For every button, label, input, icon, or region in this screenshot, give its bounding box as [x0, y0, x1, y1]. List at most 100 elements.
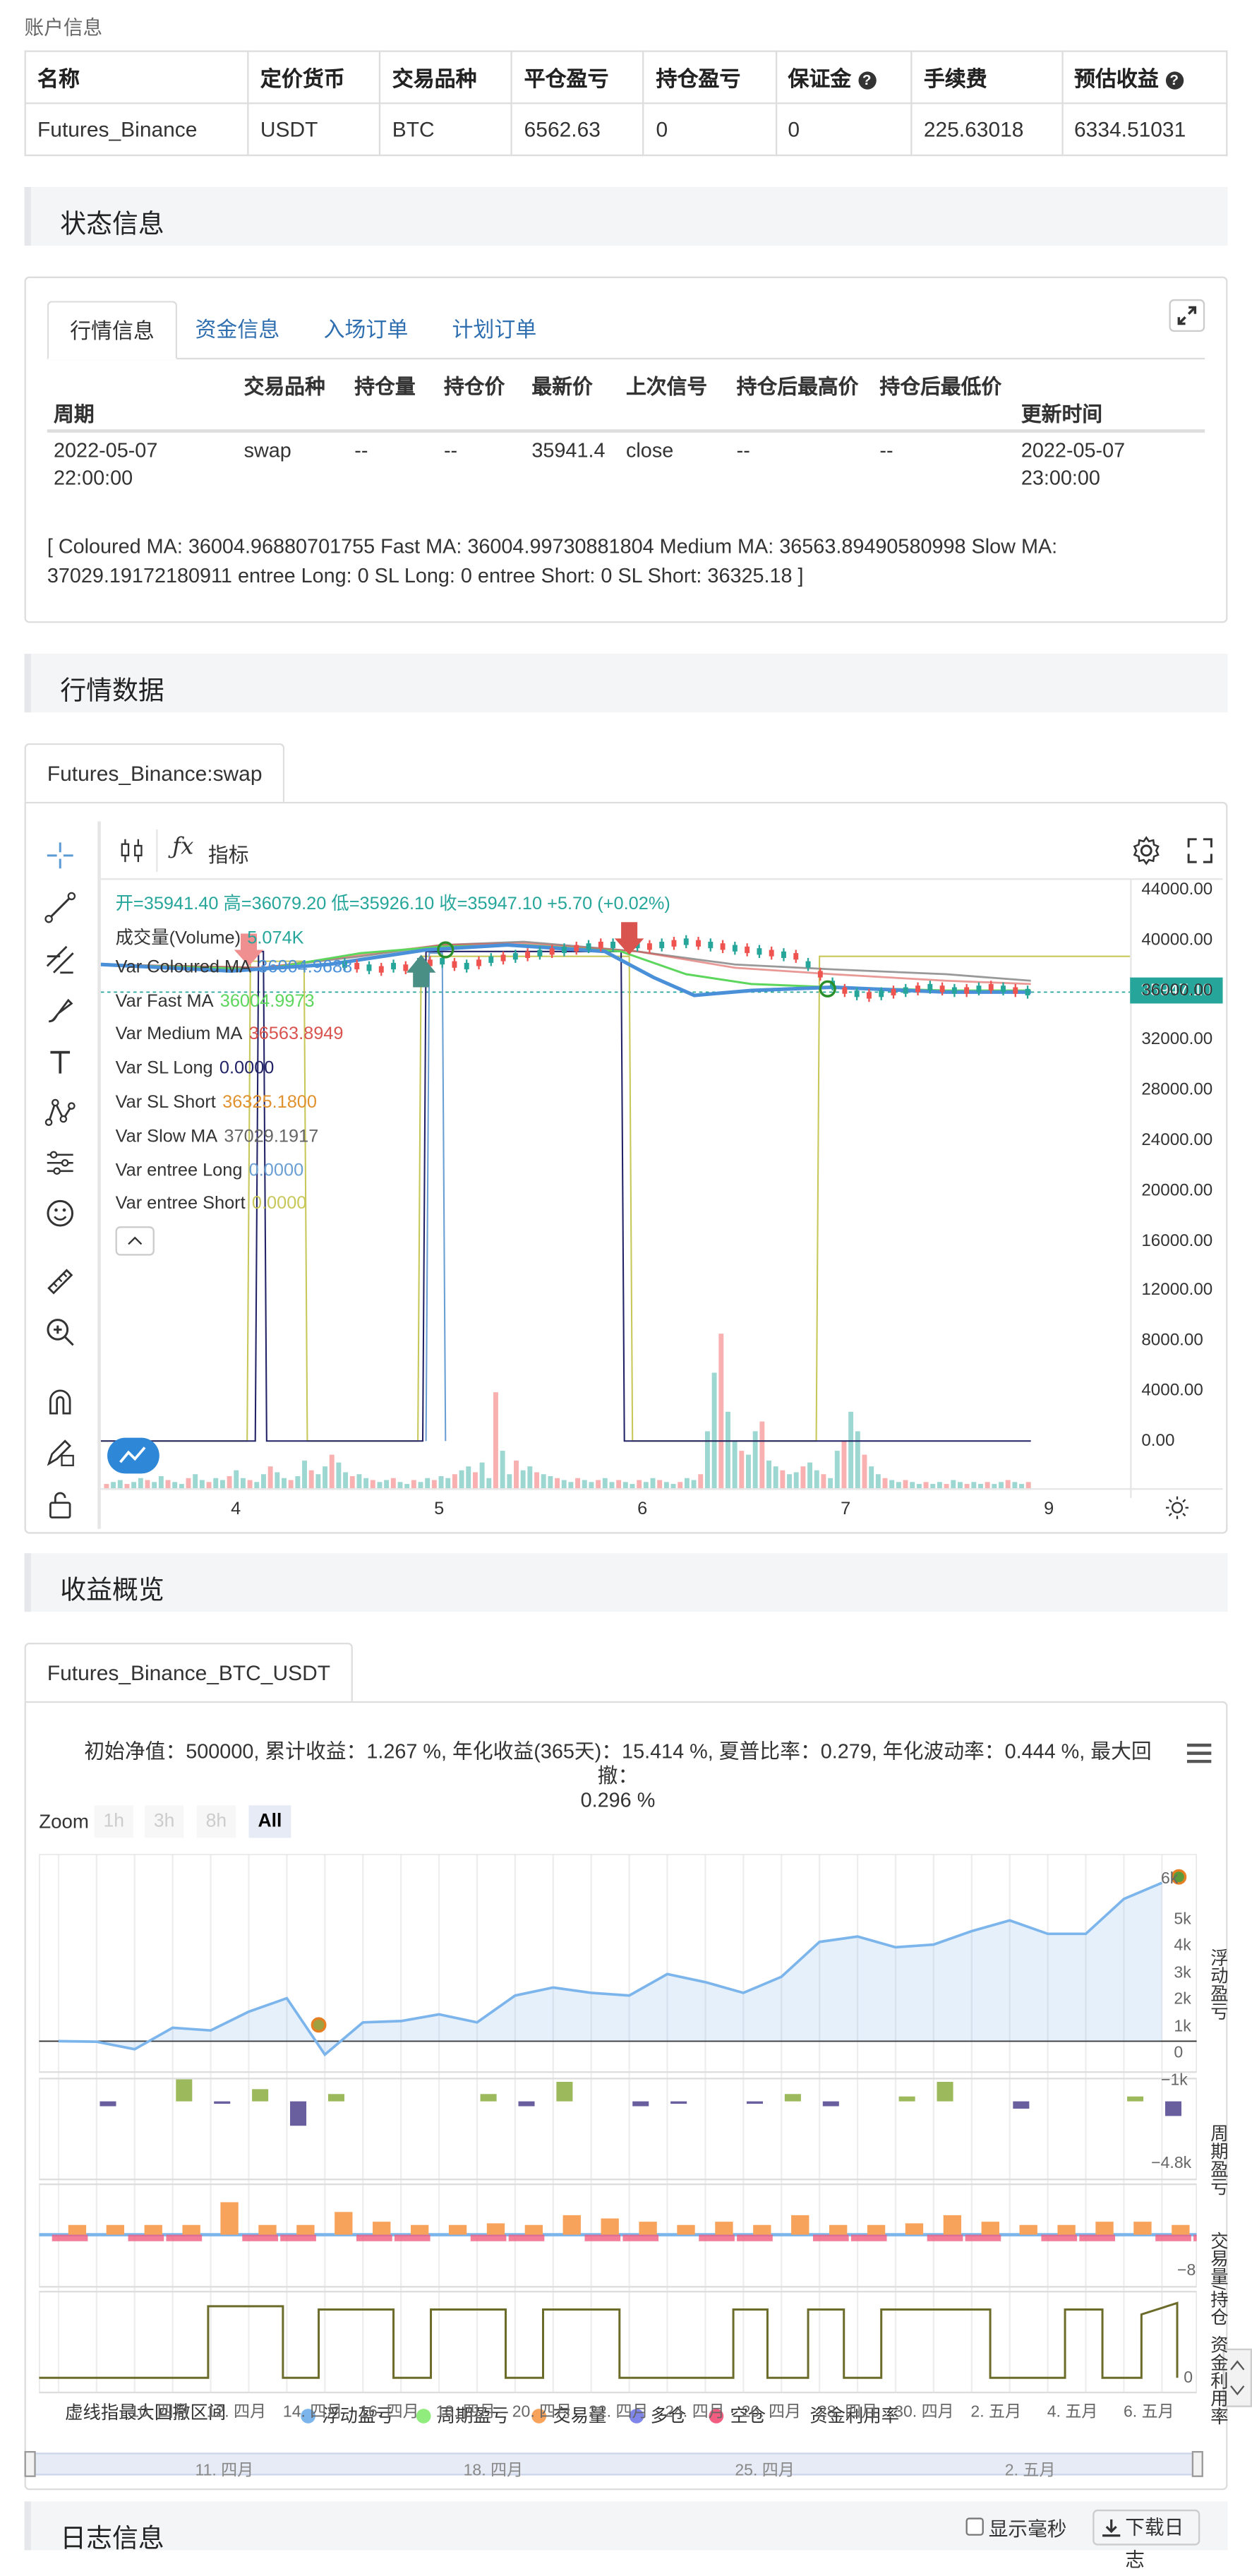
wave-icon [119, 1446, 146, 1463]
tab-chart-symbol[interactable]: Futures_Binance:swap [24, 743, 285, 802]
volume-bar [323, 1466, 328, 1490]
measure-icon[interactable] [44, 1146, 76, 1179]
navigator-handle-right[interactable] [1191, 2450, 1203, 2477]
brush-icon[interactable] [44, 994, 76, 1026]
emoji-icon[interactable] [44, 1197, 76, 1230]
profit-summary: 初始净值：500000, 累计收益：1.267 %, 年化收益(365天)：15… [65, 1740, 1171, 1814]
volume-bar [875, 1474, 881, 1490]
unlock-icon[interactable] [44, 1488, 76, 1521]
volume-bar [336, 1462, 342, 1490]
ruler-icon[interactable] [44, 1265, 76, 1298]
tab-plan-orders[interactable]: 计划订单 [431, 301, 558, 359]
download-log-button[interactable]: 下载日志 [1093, 2509, 1200, 2571]
volume-bar [1133, 2222, 1152, 2235]
candle-body [488, 956, 494, 963]
legend-label: Var Coloured MA [115, 957, 252, 978]
cell: 2022-05-07 [54, 439, 158, 462]
theme-icon[interactable] [1165, 1496, 1189, 1519]
legend-item[interactable]: Var SL Long 0.0000 [116, 1059, 275, 1079]
legend-value: 5.074K [247, 928, 304, 949]
candle-body [561, 946, 567, 954]
status-table-head: 周期 交易品种 持仓量 持仓价 最新价 上次信号 持仓后最高价 持仓后最低价 更… [47, 359, 1205, 433]
legend-item[interactable]: Var entree Long 0.0000 [116, 1161, 304, 1180]
volume-bar [834, 1451, 840, 1490]
zoom-in-icon[interactable] [44, 1316, 76, 1348]
volume-bar [711, 1372, 717, 1490]
y-tick: 28000.00 [1141, 1080, 1213, 1100]
pattern-icon[interactable] [44, 1096, 76, 1129]
volume-bar [410, 2224, 429, 2235]
help-icon[interactable]: ? [1165, 71, 1184, 90]
col-symbol: 交易品种 [379, 50, 513, 104]
volume-bar [459, 1470, 464, 1490]
trendline-icon[interactable] [44, 892, 76, 924]
market-header: 行情数据 [24, 654, 1228, 713]
fullscreen-icon[interactable] [1186, 836, 1215, 865]
volume-bar [787, 1474, 792, 1490]
indicator-button[interactable]: 指标 [208, 838, 249, 869]
volume-bar [493, 1392, 498, 1490]
expand-button[interactable] [1169, 299, 1205, 332]
volume-bar [68, 2224, 87, 2235]
zoom-1h-button[interactable]: 1h [94, 1805, 133, 1838]
tab-fund-info[interactable]: 资金信息 [174, 301, 301, 359]
profit-summary-line: 初始净值：500000, 累计收益：1.267 %, 年化收益(365天)：15… [84, 1740, 1152, 1787]
cell: 0 [774, 102, 913, 157]
zoom-8h-button[interactable]: 8h [196, 1805, 236, 1838]
legend-item[interactable]: Var Medium MA 36563.8949 [116, 1025, 344, 1045]
candle-body [683, 938, 689, 945]
x-tick: 6. 五月 [1123, 2404, 1174, 2422]
menu-icon[interactable] [1186, 1743, 1212, 1763]
candle-body [500, 954, 506, 961]
short-position-bar [394, 2234, 431, 2241]
x-tick: 18. 四月 [435, 2404, 495, 2422]
tab-market-info[interactable]: 行情信息 [47, 301, 178, 360]
x-tick: 30. 四月 [894, 2404, 954, 2422]
short-position-bar [52, 2234, 88, 2241]
legend-item[interactable]: Var SL Short 36325.1800 [116, 1093, 317, 1113]
volume-bar [862, 1454, 867, 1490]
tab-profit-symbol[interactable]: Futures_Binance_BTC_USDT [24, 1642, 354, 1701]
legend-item[interactable]: Var Slow MA 37029.1917 [116, 1127, 319, 1146]
volume-bar [106, 2224, 125, 2235]
zoom-3h-button[interactable]: 3h [145, 1805, 184, 1838]
col-est-label: 预估收益 [1074, 66, 1159, 92]
volume-bar [752, 1431, 758, 1490]
candle-body [646, 943, 652, 950]
cell: 6334.51031 [1061, 102, 1228, 157]
volume-bar [698, 1474, 704, 1490]
profit-chart[interactable] [39, 1854, 1197, 2399]
settings-icon[interactable] [1130, 834, 1162, 867]
crosshair-icon[interactable] [44, 839, 76, 872]
volume-bar [814, 1470, 819, 1490]
text-icon[interactable] [44, 1046, 76, 1078]
x-tick: 7 [841, 1499, 851, 1519]
legend-item[interactable]: Var Coloured MA 36004.9688 [116, 958, 353, 978]
col-low: 持仓后最低价 [879, 376, 1002, 399]
short-position-bar [508, 2234, 545, 2241]
navigator-handle-left[interactable] [24, 2450, 36, 2477]
legend-label: Var SL Long [115, 1059, 213, 1079]
cell: -- [879, 439, 893, 462]
legend-item[interactable]: Var Fast MA 36004.9973 [116, 991, 315, 1011]
expand-icon [1177, 306, 1197, 325]
candle-body [574, 945, 579, 952]
short-position-bar [1155, 2234, 1191, 2241]
candle-body [964, 987, 970, 994]
legend-item[interactable]: Var entree Short 0.0000 [116, 1194, 307, 1214]
short-position-bar [1193, 2234, 1197, 2241]
legend-label: 成交量(Volume) [115, 928, 241, 949]
show-ms-checkbox[interactable] [965, 2517, 984, 2536]
help-icon[interactable]: ? [857, 71, 876, 90]
zoom-all-button[interactable]: All [248, 1805, 291, 1838]
period-bar [1164, 2101, 1182, 2116]
volume-bar [715, 2222, 733, 2235]
fib-icon[interactable] [44, 943, 76, 976]
collapse-legend-button[interactable] [115, 1226, 155, 1256]
lock-draw-icon[interactable] [44, 1436, 76, 1468]
period-pnl-bars [100, 2079, 1182, 2126]
candle-type-icon[interactable] [117, 836, 146, 865]
tab-entry-orders[interactable]: 入场订单 [303, 301, 430, 359]
magnet-icon[interactable] [44, 1386, 76, 1418]
legend-item[interactable]: 成交量(Volume) 5.074K [116, 924, 304, 950]
